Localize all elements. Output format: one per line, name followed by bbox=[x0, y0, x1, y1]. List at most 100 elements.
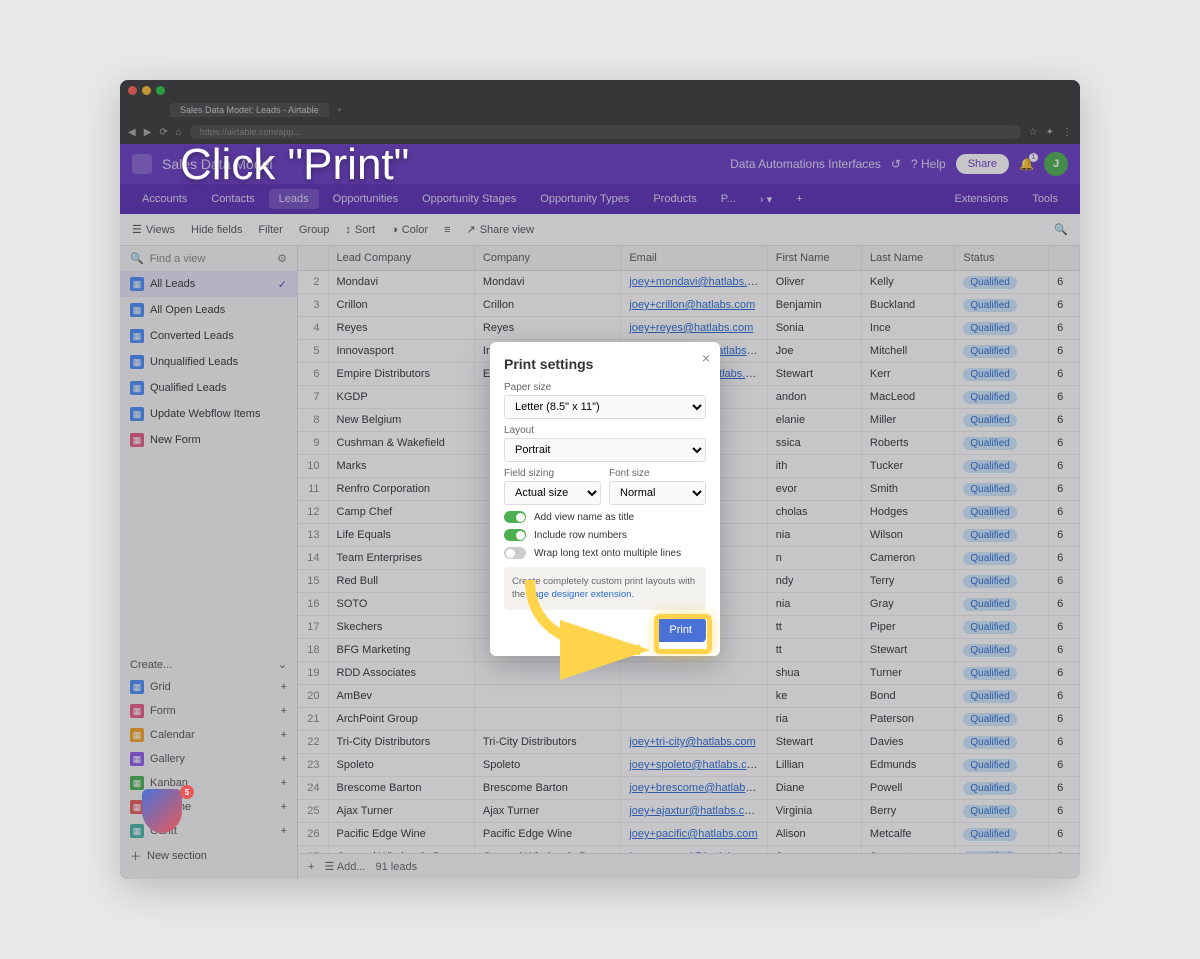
cell-lead[interactable]: Brescome Barton bbox=[328, 777, 474, 800]
column-header[interactable]: Email bbox=[621, 246, 767, 271]
cell-company[interactable] bbox=[474, 708, 620, 731]
sidebar-view-item[interactable]: ▦Update Webflow Items bbox=[120, 401, 297, 427]
table-row[interactable]: 24 Brescome Barton Brescome Barton joey+… bbox=[298, 777, 1080, 800]
cell-first[interactable]: tt bbox=[767, 639, 861, 662]
cell-first[interactable]: n bbox=[767, 547, 861, 570]
nav-interfaces[interactable]: Interfaces bbox=[828, 157, 881, 171]
print-button[interactable]: Print bbox=[655, 618, 706, 642]
table-tab[interactable]: Products bbox=[643, 189, 706, 209]
avatar[interactable]: J bbox=[1044, 152, 1068, 176]
cell-lead[interactable]: Camp Chef bbox=[328, 501, 474, 524]
cell-last[interactable]: Wilson bbox=[861, 524, 954, 547]
cell-email[interactable]: joey+pacific@hatlabs.com bbox=[621, 823, 767, 846]
forward-icon[interactable]: ▶ bbox=[144, 127, 152, 138]
cell-status[interactable]: Qualified bbox=[955, 616, 1049, 639]
cell-lead[interactable]: Spoleto bbox=[328, 754, 474, 777]
cell-lead[interactable]: Marks bbox=[328, 455, 474, 478]
sidebar-view-item[interactable]: ▦Converted Leads bbox=[120, 323, 297, 349]
sidebar-view-item[interactable]: ▦Qualified Leads bbox=[120, 375, 297, 401]
cell-first[interactable]: Benjamin bbox=[767, 294, 861, 317]
cell-status[interactable]: Qualified bbox=[955, 294, 1049, 317]
cell-last[interactable]: Metcalfe bbox=[861, 823, 954, 846]
cell-first[interactable]: Sonia bbox=[767, 317, 861, 340]
cell-extra[interactable]: 6 bbox=[1049, 800, 1080, 823]
table-tab[interactable]: Leads bbox=[269, 189, 319, 209]
cell-first[interactable]: Stewart bbox=[767, 731, 861, 754]
column-header[interactable] bbox=[1049, 246, 1080, 271]
cell-extra[interactable]: 6 bbox=[1049, 593, 1080, 616]
cell-status[interactable]: Qualified bbox=[955, 363, 1049, 386]
cell-extra[interactable]: 6 bbox=[1049, 731, 1080, 754]
cell-status[interactable]: Qualified bbox=[955, 685, 1049, 708]
cell-extra[interactable]: 6 bbox=[1049, 271, 1080, 294]
cell-email[interactable]: joey+reyes@hatlabs.com bbox=[621, 317, 767, 340]
cell-lead[interactable]: Team Enterprises bbox=[328, 547, 474, 570]
cell-company[interactable]: Reyes bbox=[474, 317, 620, 340]
cell-extra[interactable]: 6 bbox=[1049, 570, 1080, 593]
add-table-icon[interactable]: + bbox=[786, 189, 812, 209]
cell-extra[interactable]: 6 bbox=[1049, 777, 1080, 800]
cell-last[interactable]: Berry bbox=[861, 800, 954, 823]
cell-status[interactable]: Qualified bbox=[955, 800, 1049, 823]
cell-last[interactable]: Turner bbox=[861, 662, 954, 685]
cell-last[interactable]: Kelly bbox=[861, 271, 954, 294]
cell-status[interactable]: Qualified bbox=[955, 455, 1049, 478]
cell-status[interactable]: Qualified bbox=[955, 662, 1049, 685]
base-icon[interactable] bbox=[132, 154, 152, 174]
cell-lead[interactable]: Crillon bbox=[328, 294, 474, 317]
cell-lead[interactable]: Pacific Edge Wine bbox=[328, 823, 474, 846]
cell-extra[interactable]: 6 bbox=[1049, 501, 1080, 524]
table-tab[interactable]: Opportunity Stages bbox=[412, 189, 526, 209]
cell-company[interactable]: Tri-City Distributors bbox=[474, 731, 620, 754]
toggle-row-numbers[interactable]: Include row numbers bbox=[504, 529, 706, 541]
cell-last[interactable]: Bond bbox=[861, 685, 954, 708]
help-button[interactable]: ? Help bbox=[911, 157, 946, 171]
cell-last[interactable]: MacLeod bbox=[861, 386, 954, 409]
close-window-icon[interactable] bbox=[128, 86, 137, 95]
cell-lead[interactable]: ArchPoint Group bbox=[328, 708, 474, 731]
cell-lead[interactable]: BFG Marketing bbox=[328, 639, 474, 662]
cell-status[interactable]: Qualified bbox=[955, 547, 1049, 570]
more-tables-icon[interactable]: › ▾ bbox=[750, 189, 782, 210]
cell-status[interactable]: Qualified bbox=[955, 823, 1049, 846]
views-button[interactable]: ☰ Views bbox=[132, 223, 175, 236]
cell-status[interactable]: Qualified bbox=[955, 731, 1049, 754]
tools-button[interactable]: Tools bbox=[1022, 189, 1068, 209]
cell-first[interactable]: cholas bbox=[767, 501, 861, 524]
cell-first[interactable]: ssica bbox=[767, 432, 861, 455]
cell-first[interactable]: Joe bbox=[767, 340, 861, 363]
cell-lead[interactable]: Empire Distributors bbox=[328, 363, 474, 386]
cell-lead[interactable]: Cushman & Wakefield bbox=[328, 432, 474, 455]
cell-first[interactable]: andon bbox=[767, 386, 861, 409]
cell-first[interactable]: Stewart bbox=[767, 363, 861, 386]
cell-extra[interactable]: 6 bbox=[1049, 386, 1080, 409]
cell-email[interactable] bbox=[621, 685, 767, 708]
table-tab[interactable]: P... bbox=[711, 189, 746, 209]
create-view-item[interactable]: ▦Form+ bbox=[130, 699, 287, 723]
cell-lead[interactable]: Skechers bbox=[328, 616, 474, 639]
cell-status[interactable]: Qualified bbox=[955, 501, 1049, 524]
cell-lead[interactable]: SOTO bbox=[328, 593, 474, 616]
cell-lead[interactable]: Life Equals bbox=[328, 524, 474, 547]
cell-extra[interactable]: 6 bbox=[1049, 685, 1080, 708]
close-icon[interactable]: × bbox=[702, 350, 710, 366]
table-tab[interactable]: Opportunities bbox=[323, 189, 408, 209]
cell-lead[interactable]: Renfro Corporation bbox=[328, 478, 474, 501]
cell-company[interactable] bbox=[474, 662, 620, 685]
home-icon[interactable]: ⌂ bbox=[176, 127, 182, 138]
column-header[interactable]: Company bbox=[474, 246, 620, 271]
cell-first[interactable]: Diane bbox=[767, 777, 861, 800]
cell-company[interactable] bbox=[474, 685, 620, 708]
cell-status[interactable]: Qualified bbox=[955, 639, 1049, 662]
cell-status[interactable]: Qualified bbox=[955, 708, 1049, 731]
table-row[interactable]: 25 Ajax Turner Ajax Turner joey+ajaxtur@… bbox=[298, 800, 1080, 823]
nav-automations[interactable]: Automations bbox=[758, 157, 825, 171]
cell-extra[interactable]: 6 bbox=[1049, 478, 1080, 501]
table-row[interactable]: 20 AmBev ke Bond Qualified 6 bbox=[298, 685, 1080, 708]
cell-email[interactable]: joey+ajaxtur@hatlabs.com bbox=[621, 800, 767, 823]
cell-status[interactable]: Qualified bbox=[955, 271, 1049, 294]
cell-status[interactable]: Qualified bbox=[955, 432, 1049, 455]
cell-company[interactable]: Mondavi bbox=[474, 271, 620, 294]
cell-first[interactable]: ke bbox=[767, 685, 861, 708]
cell-first[interactable]: Virginia bbox=[767, 800, 861, 823]
